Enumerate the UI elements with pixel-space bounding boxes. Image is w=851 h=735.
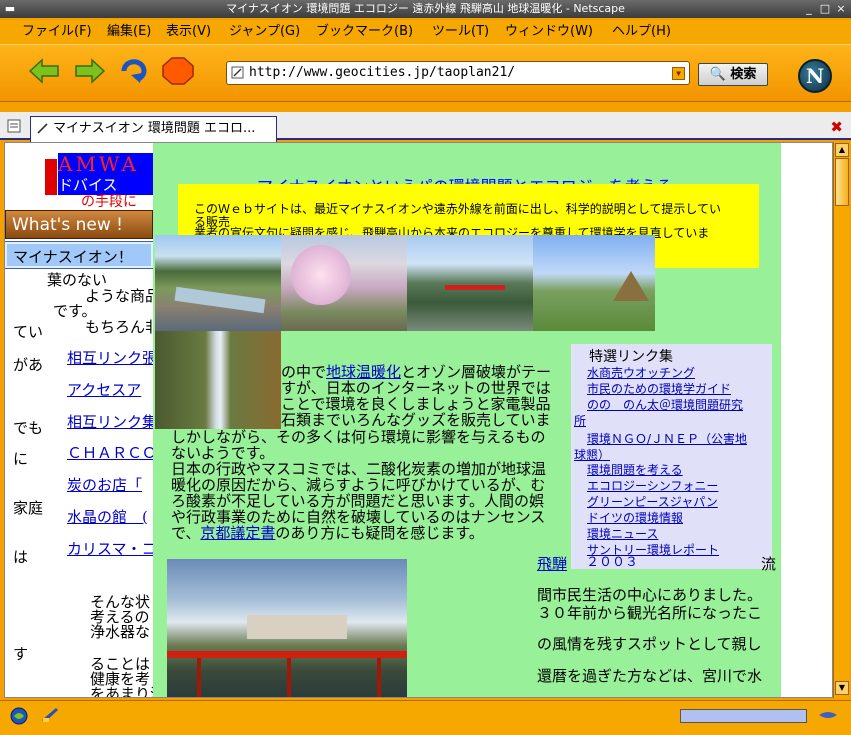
menu-file[interactable]: ファイル(F) — [22, 20, 92, 44]
left-text: てい — [13, 323, 44, 341]
left-link[interactable]: カリスマ・コ — [67, 538, 157, 559]
left-link[interactable]: 相互リンク集 — [67, 411, 157, 432]
hida-link[interactable]: 飛騨 — [537, 553, 567, 574]
kyoto-protocol-link[interactable]: 京都議定書 — [200, 524, 275, 542]
right-text: 還暦を過ぎた方などは、宮川で水 — [537, 667, 763, 685]
status-bar — [0, 700, 851, 735]
minimize-icon[interactable]: _ — [802, 2, 816, 16]
right-text: ３０年前から観光名所になったこ — [537, 604, 763, 622]
navigation-toolbar: http://www.geocities.jp/taoplan21/ ▼ 🔍 検… — [0, 44, 851, 102]
tab-title: マイナスイオン 環境問題 エコロ... — [53, 121, 256, 136]
tab-current[interactable]: マイナスイオン 環境問題 エコロ... — [30, 116, 277, 142]
featured-link[interactable]: 市民のための環境学ガイド — [587, 380, 731, 397]
minus-ion-label: マイナスイオン！ — [13, 248, 133, 266]
close-tab-icon[interactable]: ✖ — [830, 118, 843, 136]
title-bar: ▬ マイナスイオン 環境問題 エコロジー 遠赤外線 飛騨高山 地球温暖化 - N… — [0, 0, 851, 18]
bridge-photo — [407, 235, 533, 331]
close-window-icon[interactable]: × — [834, 2, 848, 16]
security-icon[interactable] — [818, 709, 838, 721]
left-link[interactable]: ＣＨＡＲＣＯ — [67, 442, 157, 463]
mail-icon[interactable] — [40, 706, 60, 724]
left-text: は — [13, 548, 29, 566]
search-button[interactable]: 🔍 検索 — [698, 63, 768, 86]
river-photo — [155, 235, 281, 331]
blossom-photo — [281, 235, 407, 331]
whats-new-label: What's new ! — [12, 215, 123, 235]
search-label: 検索 — [730, 67, 757, 82]
stop-icon[interactable] — [162, 57, 194, 85]
menu-edit[interactable]: 編集(E) — [107, 20, 151, 44]
featured-link[interactable]: グリーンピースジャパン — [587, 493, 718, 510]
scroll-down-icon[interactable]: ▼ — [835, 681, 849, 695]
featured-link[interactable]: ドイツの環境情報 — [587, 509, 683, 526]
browser-window: ▬ マイナスイオン 環境問題 エコロジー 遠赤外線 飛騨高山 地球温暖化 - N… — [0, 0, 851, 735]
featured-links-box: 特選リンク集 水商売ウオッチング 市民のための環境学ガイド のの のん太＠環境問… — [571, 344, 772, 569]
tab-page-icon — [37, 123, 48, 134]
menu-window[interactable]: ウィンドウ(W) — [505, 20, 593, 44]
window-title: マイナスイオン 環境問題 エコロジー 遠赤外線 飛騨高山 地球温暖化 - Net… — [226, 2, 625, 15]
whats-new-button[interactable]: What's new ! — [5, 210, 153, 239]
url-dropdown-icon[interactable]: ▼ — [672, 67, 685, 80]
navigator-icon[interactable] — [10, 707, 28, 725]
left-text: でも — [13, 419, 44, 437]
featured-link[interactable]: 環境問題を考える — [587, 461, 683, 478]
farmhouse-photo — [533, 235, 655, 331]
main-text: で、京都議定書のあり方にも疑問を感じます。 — [171, 524, 484, 542]
page-icon — [231, 66, 244, 79]
featured-link[interactable]: 所 — [574, 412, 586, 429]
vertical-scrollbar[interactable]: ▲ ▼ — [833, 142, 849, 698]
left-link[interactable]: 炭のお店「 — [67, 474, 142, 495]
netscape-logo[interactable]: N — [798, 59, 832, 93]
featured-link[interactable]: 環境ニュース — [587, 525, 658, 542]
menu-jump[interactable]: ジャンプ(G) — [229, 20, 300, 44]
left-link[interactable]: 水晶の館 ( — [67, 506, 148, 527]
featured-link[interactable]: のの のん太＠環境問題研究 — [587, 396, 743, 413]
left-text: があ — [13, 356, 44, 374]
amway-banner: AMWA — [58, 153, 158, 175]
new-tab-icon[interactable] — [6, 118, 22, 134]
left-text: す — [13, 645, 29, 663]
url-text: http://www.geocities.jp/taoplan21/ — [249, 65, 516, 80]
left-link[interactable]: 相互リンク張 — [67, 347, 157, 368]
progress-bar — [680, 709, 807, 723]
scroll-up-icon[interactable]: ▲ — [835, 143, 849, 157]
minus-ion-button[interactable]: マイナスイオン！ — [5, 241, 154, 269]
featured-link[interactable]: エコロジーシンフォニー — [587, 477, 718, 494]
waterfall-photo — [155, 331, 281, 429]
menu-tools[interactable]: ツール(T) — [432, 20, 489, 44]
maximize-icon[interactable]: □ — [818, 2, 832, 16]
year-text: ２００３ — [586, 555, 639, 570]
forward-arrow-icon[interactable] — [74, 57, 106, 85]
left-text: 浄水器な — [90, 623, 151, 641]
url-bar[interactable]: http://www.geocities.jp/taoplan21/ ▼ — [226, 61, 690, 85]
scroll-thumb[interactable] — [835, 158, 849, 206]
left-text: に — [13, 450, 29, 468]
left-link[interactable]: アクセスア — [67, 379, 141, 400]
featured-link[interactable]: 環境ＮＧＯ/ＪＮＥＰ（公害地 — [587, 430, 747, 447]
left-text: もちろん非 — [85, 318, 161, 336]
reload-icon[interactable] — [118, 57, 150, 85]
side-text: の手段に — [81, 194, 137, 210]
menu-help[interactable]: ヘルプ(H) — [612, 20, 671, 44]
search-icon: 🔍 — [709, 67, 726, 82]
page-viewport: AMWA ドバイス の手段に What's new ! マイナスイオン！ 葉のな… — [4, 142, 833, 698]
menu-view[interactable]: 表示(V) — [166, 20, 211, 44]
featured-link[interactable]: 水商売ウオッチング — [587, 364, 695, 381]
left-text: 家庭 — [13, 499, 44, 517]
window-menu-icon[interactable]: ▬ — [3, 2, 17, 16]
red-bridge-photo — [167, 559, 407, 697]
featured-links-title: 特選リンク集 — [589, 349, 673, 365]
intro-line: このＷｅｂサイトは、最近マイナスイオンや遠赤外線を前面に出し、科学的説明として提… — [194, 202, 722, 216]
red-label-box — [45, 159, 57, 195]
menu-bookmark[interactable]: ブックマーク(B) — [316, 20, 413, 44]
back-arrow-icon[interactable] — [28, 57, 60, 85]
menu-bar: ファイル(F) 編集(E) 表示(V) ジャンプ(G) ブックマーク(B) ツー… — [0, 20, 851, 44]
tab-bar: マイナスイオン 環境問題 エコロ... ✖ — [0, 112, 851, 142]
right-text: 流 — [761, 555, 777, 573]
right-text: の風情を残すスポットとして親し — [537, 635, 762, 653]
